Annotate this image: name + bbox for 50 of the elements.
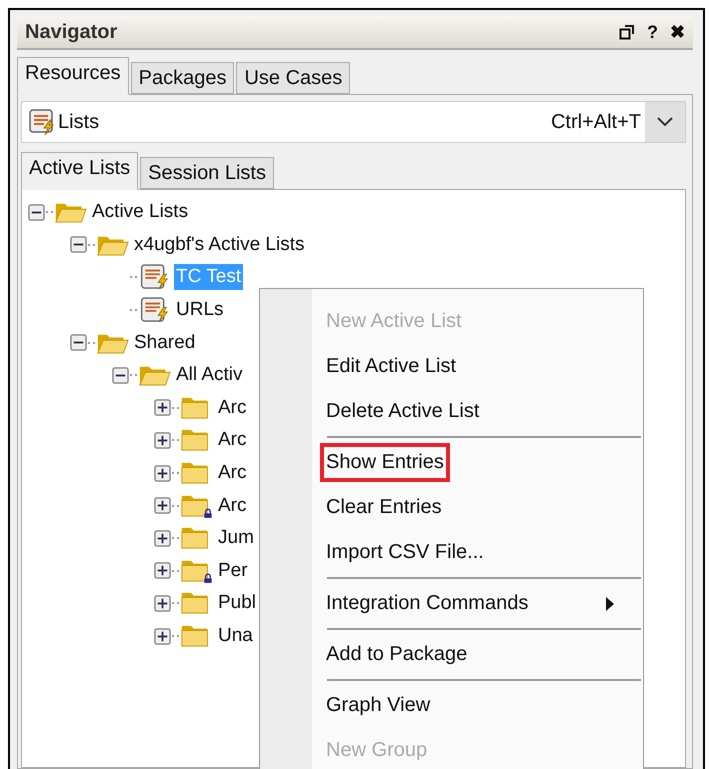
tab[interactable]: Active Lists xyxy=(21,152,138,190)
selector-value: Lists xyxy=(58,110,100,134)
expand-icon[interactable] xyxy=(154,628,171,645)
dropdown-button[interactable] xyxy=(645,102,685,142)
list-icon xyxy=(28,108,56,136)
chevron-icon xyxy=(656,116,674,128)
collapse-icon[interactable] xyxy=(70,236,87,254)
restore-icon[interactable] xyxy=(619,24,635,40)
expand-icon[interactable] xyxy=(154,530,171,547)
tree-item[interactable]: Per xyxy=(216,558,250,584)
menu-item[interactable]: Add to Package xyxy=(320,635,474,674)
tree-item[interactable]: Arc xyxy=(216,427,248,454)
list-icon xyxy=(138,264,171,290)
expand-icon[interactable] xyxy=(154,432,171,449)
tab[interactable]: Use Cases xyxy=(236,62,350,94)
collapse-icon[interactable] xyxy=(28,204,45,221)
tree-item[interactable]: Arc xyxy=(216,394,248,421)
tab[interactable]: Packages xyxy=(130,62,234,94)
menu-item[interactable]: Edit Active List xyxy=(320,347,462,386)
window-title: Navigator xyxy=(25,20,118,44)
collapse-icon[interactable] xyxy=(70,334,87,352)
tree-item[interactable]: Shared xyxy=(132,330,198,356)
expand-icon[interactable] xyxy=(154,497,171,514)
tree-item[interactable]: All Activ xyxy=(174,362,245,388)
tree-item[interactable]: Active Lists xyxy=(90,199,190,226)
tab[interactable]: Resources xyxy=(17,57,129,95)
close-button[interactable]: ✖ xyxy=(670,21,685,43)
tree-item[interactable]: URLs xyxy=(174,297,226,324)
list-icon xyxy=(138,297,171,324)
tree-item[interactable]: Arc xyxy=(216,460,248,486)
collapse-icon[interactable] xyxy=(112,366,129,384)
tree-item[interactable]: Una xyxy=(216,623,255,650)
tree-item[interactable]: x4ugbf's Active Lists xyxy=(132,232,306,258)
expand-icon[interactable] xyxy=(154,562,171,580)
help-button[interactable]: ? xyxy=(647,22,658,42)
menu-item[interactable]: Import CSV File... xyxy=(320,533,490,572)
menu-item[interactable]: Show Entries xyxy=(320,443,450,482)
shortcut-text: Ctrl+Alt+T xyxy=(550,110,641,134)
expand-icon[interactable] xyxy=(154,399,171,416)
menu-item[interactable]: Graph View xyxy=(320,686,436,725)
tab[interactable]: Session Lists xyxy=(140,157,274,189)
expand-icon[interactable] xyxy=(154,594,171,612)
resource-selector[interactable]: Lists Ctrl+Alt+T xyxy=(21,101,686,143)
menu-item[interactable]: Clear Entries xyxy=(320,488,448,527)
tree-item[interactable]: Arc xyxy=(216,492,248,519)
menu-item[interactable]: Delete Active List xyxy=(320,392,486,431)
expand-icon[interactable] xyxy=(154,464,171,482)
tree-item[interactable]: Jum xyxy=(216,525,256,552)
tree-item[interactable]: Publ xyxy=(216,590,258,616)
menu-item[interactable]: Integration Commands xyxy=(320,584,534,623)
